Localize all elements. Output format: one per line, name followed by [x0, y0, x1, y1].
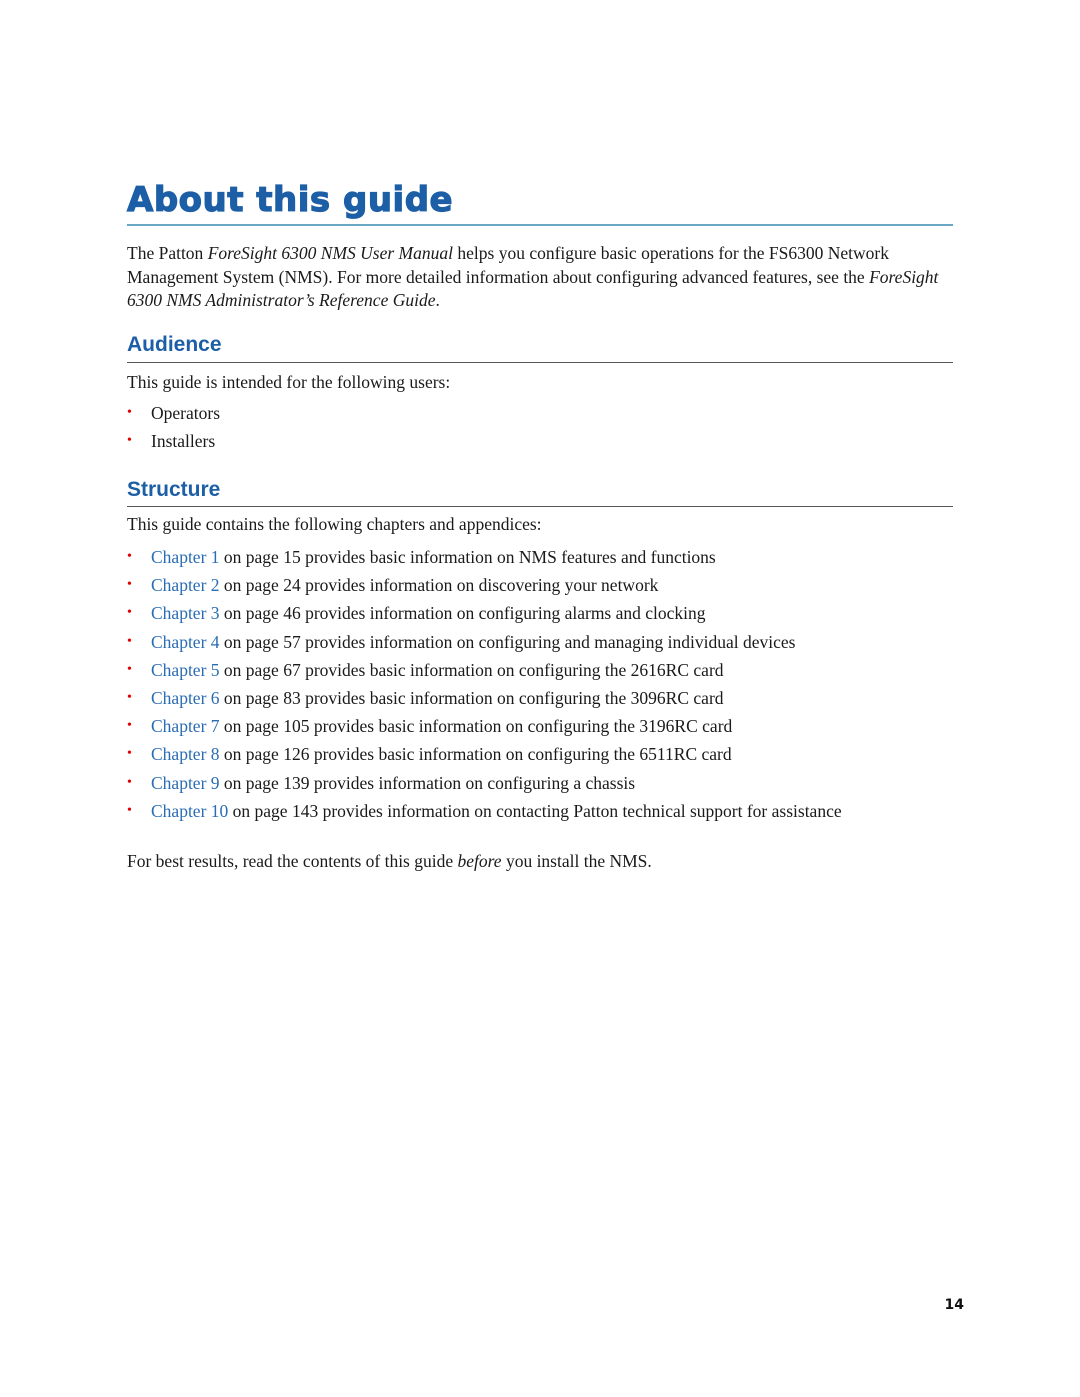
- intro-paragraph: The Patton ForeSight 6300 NMS User Manua…: [127, 242, 953, 313]
- bullet-icon: •: [127, 605, 132, 621]
- list-item-installers: • Installers: [127, 430, 220, 458]
- chapter-8-link[interactable]: Chapter 8: [151, 744, 220, 764]
- chapter-list-item: • Chapter 4 on page 57 provides informati…: [127, 631, 842, 659]
- audience-heading: Audience: [127, 333, 222, 356]
- chapter-6-link[interactable]: Chapter 6: [151, 688, 220, 708]
- manual-title: ForeSight 6300 NMS User Manual: [207, 243, 453, 263]
- structure-divider: [127, 506, 953, 507]
- audience-lead: This guide is intended for the following…: [127, 372, 451, 392]
- chapter-description: on page 57 provides information on confi…: [219, 631, 796, 652]
- chapter-description: on page 67 provides basic information on…: [219, 659, 724, 680]
- chapter-list-item: • Chapter 7 on page 105 provides basic in…: [127, 715, 842, 743]
- bullet-icon: •: [127, 433, 132, 449]
- bullet-icon: •: [127, 661, 132, 677]
- bullet-icon: •: [127, 774, 132, 790]
- bullet-icon: •: [127, 718, 132, 734]
- audience-list: • Operators • Installers: [127, 402, 220, 458]
- chapter-1-link[interactable]: Chapter 1: [151, 547, 220, 567]
- closing-paragraph: For best results, read the contents of t…: [127, 850, 652, 872]
- page-title: About this guide: [126, 179, 454, 220]
- list-item-operators: • Operators: [127, 402, 220, 430]
- chapter-list-item: • Chapter 10 on page 143 provides informa…: [127, 800, 842, 828]
- chapter-description: on page 83 provides basic information on…: [219, 687, 724, 708]
- chapter-list-item: • Chapter 1 on page 15 provides basic inf…: [127, 546, 842, 574]
- chapter-description: on page 46 provides information on confi…: [219, 603, 706, 624]
- bullet-icon: •: [127, 802, 132, 818]
- chapter-list-item: • Chapter 9 on page 139 provides informat…: [127, 772, 842, 800]
- bullet-icon: •: [127, 549, 132, 564]
- chapter-description: on page 24 provides information on disco…: [219, 575, 659, 596]
- intro-text-3: .: [435, 290, 440, 310]
- chapter-list-item: • Chapter 5 on page 67 provides basic inf…: [127, 659, 842, 687]
- bullet-icon: •: [127, 746, 132, 762]
- chapter-3-link[interactable]: Chapter 3: [151, 603, 220, 623]
- bullet-icon: •: [127, 689, 132, 705]
- chapter-2-link[interactable]: Chapter 2: [151, 575, 220, 595]
- title-divider: [127, 224, 953, 226]
- chapter-description: on page 139 provides information on conf…: [219, 772, 636, 793]
- chapter-list-item: • Chapter 2 on page 24 provides informati…: [127, 574, 842, 602]
- bullet-icon: •: [127, 405, 132, 420]
- chapter-description: on page 15 provides basic information on…: [219, 547, 716, 567]
- chapter-9-link[interactable]: Chapter 9: [151, 773, 220, 793]
- chapter-list: • Chapter 1 on page 15 provides basic inf…: [127, 546, 842, 828]
- closing-emphasis: before: [457, 851, 502, 871]
- structure-heading: Structure: [127, 478, 221, 501]
- structure-lead: This guide contains the following chapte…: [127, 514, 542, 534]
- chapter-description: on page 126 provides basic information o…: [219, 744, 732, 765]
- page-number: 14: [944, 1297, 964, 1313]
- chapter-list-item: • Chapter 3 on page 46 provides informati…: [127, 602, 842, 630]
- audience-item-label: Operators: [151, 403, 221, 423]
- bullet-icon: •: [127, 633, 132, 649]
- chapter-list-item: • Chapter 6 on page 83 provides basic inf…: [127, 687, 842, 715]
- chapter-4-link[interactable]: Chapter 4: [151, 632, 220, 652]
- chapter-5-link[interactable]: Chapter 5: [151, 660, 220, 680]
- closing-text-1: For best results, read the contents of t…: [127, 851, 458, 871]
- chapter-description: on page 143 provides information on cont…: [228, 800, 842, 821]
- intro-text-1: The Patton: [127, 243, 208, 263]
- chapter-7-link[interactable]: Chapter 7: [151, 716, 220, 736]
- bullet-icon: •: [127, 577, 132, 593]
- chapter-description: on page 105 provides basic information o…: [219, 716, 733, 737]
- closing-text-2: you install the NMS.: [501, 851, 652, 871]
- audience-divider: [127, 362, 953, 363]
- chapter-10-link[interactable]: Chapter 10: [151, 801, 228, 821]
- chapter-list-item: • Chapter 8 on page 126 provides basic in…: [127, 743, 842, 771]
- audience-item-label: Installers: [151, 431, 216, 452]
